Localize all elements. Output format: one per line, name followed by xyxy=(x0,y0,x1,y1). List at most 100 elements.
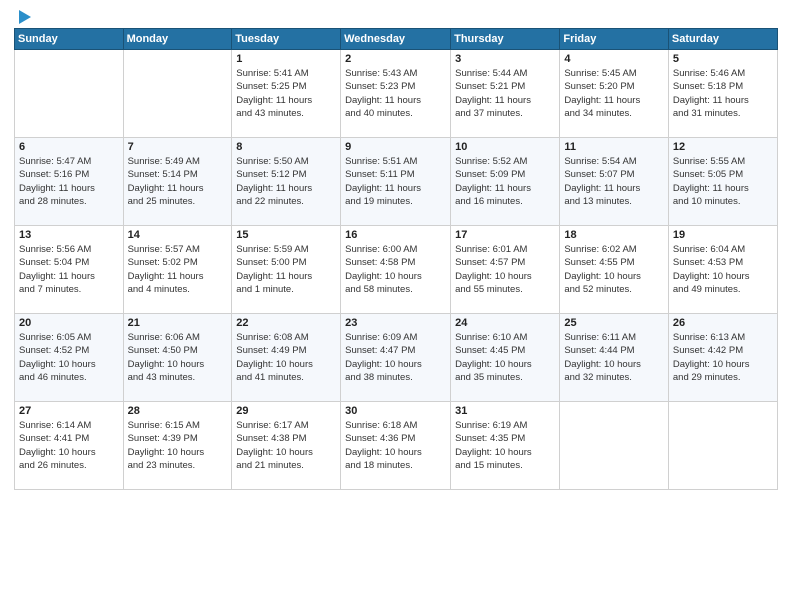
day-info: Sunrise: 5:44 AM Sunset: 5:21 PM Dayligh… xyxy=(455,67,555,120)
col-header-wednesday: Wednesday xyxy=(341,29,451,50)
day-cell xyxy=(123,50,232,138)
day-number: 20 xyxy=(19,317,119,329)
day-info: Sunrise: 6:11 AM Sunset: 4:44 PM Dayligh… xyxy=(564,331,664,384)
day-cell: 26 Sunrise: 6:13 AM Sunset: 4:42 PM Dayli… xyxy=(668,314,777,402)
day-cell: 29 Sunrise: 6:17 AM Sunset: 4:38 PM Dayli… xyxy=(232,402,341,490)
day-number: 21 xyxy=(128,317,228,329)
day-number: 28 xyxy=(128,405,228,417)
day-cell: 16Sunrise: 6:00 AM Sunset: 4:58 PM Dayli… xyxy=(341,226,451,314)
day-info: Sunrise: 6:13 AM Sunset: 4:42 PM Dayligh… xyxy=(673,331,773,384)
page: SundayMondayTuesdayWednesdayThursdayFrid… xyxy=(0,0,792,612)
day-info: Sunrise: 6:02 AM Sunset: 4:55 PM Dayligh… xyxy=(564,243,664,296)
day-number: 30 xyxy=(345,405,446,417)
day-number: 14 xyxy=(128,229,228,241)
day-info: Sunrise: 5:43 AM Sunset: 5:23 PM Dayligh… xyxy=(345,67,446,120)
day-cell xyxy=(15,50,124,138)
day-info: Sunrise: 6:15 AM Sunset: 4:39 PM Dayligh… xyxy=(128,419,228,472)
logo xyxy=(14,10,31,22)
col-header-monday: Monday xyxy=(123,29,232,50)
col-header-saturday: Saturday xyxy=(668,29,777,50)
day-number: 12 xyxy=(673,141,773,153)
day-number: 3 xyxy=(455,53,555,65)
day-info: Sunrise: 5:51 AM Sunset: 5:11 PM Dayligh… xyxy=(345,155,446,208)
day-number: 7 xyxy=(128,141,228,153)
day-info: Sunrise: 5:52 AM Sunset: 5:09 PM Dayligh… xyxy=(455,155,555,208)
day-info: Sunrise: 5:46 AM Sunset: 5:18 PM Dayligh… xyxy=(673,67,773,120)
day-number: 29 xyxy=(236,405,336,417)
day-cell: 18 Sunrise: 6:02 AM Sunset: 4:55 PM Dayli… xyxy=(560,226,669,314)
day-cell: 1 Sunrise: 5:41 AM Sunset: 5:25 PM Daylig… xyxy=(232,50,341,138)
day-info: Sunrise: 6:14 AM Sunset: 4:41 PM Dayligh… xyxy=(19,419,119,472)
day-number: 5 xyxy=(673,53,773,65)
day-number: 10 xyxy=(455,141,555,153)
day-number: 27 xyxy=(19,405,119,417)
col-header-tuesday: Tuesday xyxy=(232,29,341,50)
day-info: Sunrise: 6:04 AM Sunset: 4:53 PM Dayligh… xyxy=(673,243,773,296)
day-number: 2 xyxy=(345,53,446,65)
day-info: Sunrise: 5:59 AM Sunset: 5:00 PM Dayligh… xyxy=(236,243,336,296)
week-row-2: 6 Sunrise: 5:47 AM Sunset: 5:16 PM Daylig… xyxy=(15,138,778,226)
day-cell: 8 Sunrise: 5:50 AM Sunset: 5:12 PM Daylig… xyxy=(232,138,341,226)
day-cell: 28 Sunrise: 6:15 AM Sunset: 4:39 PM Dayli… xyxy=(123,402,232,490)
calendar-table: SundayMondayTuesdayWednesdayThursdayFrid… xyxy=(14,28,778,490)
day-cell: 21 Sunrise: 6:06 AM Sunset: 4:50 PM Dayli… xyxy=(123,314,232,402)
day-number: 1 xyxy=(236,53,336,65)
day-cell: 9 Sunrise: 5:51 AM Sunset: 5:11 PM Daylig… xyxy=(341,138,451,226)
day-cell: 20 Sunrise: 6:05 AM Sunset: 4:52 PM Dayli… xyxy=(15,314,124,402)
day-cell: 2 Sunrise: 5:43 AM Sunset: 5:23 PM Daylig… xyxy=(341,50,451,138)
day-number: 8 xyxy=(236,141,336,153)
calendar-header-row: SundayMondayTuesdayWednesdayThursdayFrid… xyxy=(15,29,778,50)
day-cell: 31Sunrise: 6:19 AM Sunset: 4:35 PM Dayli… xyxy=(451,402,560,490)
day-number: 26 xyxy=(673,317,773,329)
day-cell: 4 Sunrise: 5:45 AM Sunset: 5:20 PM Daylig… xyxy=(560,50,669,138)
day-info: Sunrise: 6:10 AM Sunset: 4:45 PM Dayligh… xyxy=(455,331,555,384)
day-info: Sunrise: 5:41 AM Sunset: 5:25 PM Dayligh… xyxy=(236,67,336,120)
day-info: Sunrise: 5:57 AM Sunset: 5:02 PM Dayligh… xyxy=(128,243,228,296)
day-info: Sunrise: 6:18 AM Sunset: 4:36 PM Dayligh… xyxy=(345,419,446,472)
day-cell: 15 Sunrise: 5:59 AM Sunset: 5:00 PM Dayli… xyxy=(232,226,341,314)
day-number: 22 xyxy=(236,317,336,329)
day-cell: 11 Sunrise: 5:54 AM Sunset: 5:07 PM Dayli… xyxy=(560,138,669,226)
day-cell: 23 Sunrise: 6:09 AM Sunset: 4:47 PM Dayli… xyxy=(341,314,451,402)
day-number: 4 xyxy=(564,53,664,65)
day-cell: 12 Sunrise: 5:55 AM Sunset: 5:05 PM Dayli… xyxy=(668,138,777,226)
day-info: Sunrise: 5:50 AM Sunset: 5:12 PM Dayligh… xyxy=(236,155,336,208)
day-number: 18 xyxy=(564,229,664,241)
day-cell xyxy=(668,402,777,490)
col-header-sunday: Sunday xyxy=(15,29,124,50)
day-cell: 17 Sunrise: 6:01 AM Sunset: 4:57 PM Dayli… xyxy=(451,226,560,314)
header xyxy=(14,10,778,22)
day-info: Sunrise: 5:47 AM Sunset: 5:16 PM Dayligh… xyxy=(19,155,119,208)
day-info: Sunrise: 6:05 AM Sunset: 4:52 PM Dayligh… xyxy=(19,331,119,384)
day-cell: 30 Sunrise: 6:18 AM Sunset: 4:36 PM Dayli… xyxy=(341,402,451,490)
day-number: 23 xyxy=(345,317,446,329)
day-number: 6 xyxy=(19,141,119,153)
day-number: 13 xyxy=(19,229,119,241)
day-info: Sunrise: 6:09 AM Sunset: 4:47 PM Dayligh… xyxy=(345,331,446,384)
day-cell: 22Sunrise: 6:08 AM Sunset: 4:49 PM Dayli… xyxy=(232,314,341,402)
day-info: Sunrise: 5:55 AM Sunset: 5:05 PM Dayligh… xyxy=(673,155,773,208)
day-info: Sunrise: 5:45 AM Sunset: 5:20 PM Dayligh… xyxy=(564,67,664,120)
day-cell: 3 Sunrise: 5:44 AM Sunset: 5:21 PM Daylig… xyxy=(451,50,560,138)
logo-arrow-icon xyxy=(19,10,31,24)
day-info: Sunrise: 6:06 AM Sunset: 4:50 PM Dayligh… xyxy=(128,331,228,384)
day-number: 11 xyxy=(564,141,664,153)
day-info: Sunrise: 6:17 AM Sunset: 4:38 PM Dayligh… xyxy=(236,419,336,472)
day-number: 25 xyxy=(564,317,664,329)
week-row-1: 1 Sunrise: 5:41 AM Sunset: 5:25 PM Daylig… xyxy=(15,50,778,138)
day-info: Sunrise: 5:56 AM Sunset: 5:04 PM Dayligh… xyxy=(19,243,119,296)
day-info: Sunrise: 5:54 AM Sunset: 5:07 PM Dayligh… xyxy=(564,155,664,208)
week-row-3: 13 Sunrise: 5:56 AM Sunset: 5:04 PM Dayli… xyxy=(15,226,778,314)
day-number: 9 xyxy=(345,141,446,153)
day-cell: 19 Sunrise: 6:04 AM Sunset: 4:53 PM Dayli… xyxy=(668,226,777,314)
day-cell: 7 Sunrise: 5:49 AM Sunset: 5:14 PM Daylig… xyxy=(123,138,232,226)
day-number: 19 xyxy=(673,229,773,241)
day-info: Sunrise: 6:01 AM Sunset: 4:57 PM Dayligh… xyxy=(455,243,555,296)
day-number: 15 xyxy=(236,229,336,241)
col-header-friday: Friday xyxy=(560,29,669,50)
day-number: 17 xyxy=(455,229,555,241)
day-cell: 25 Sunrise: 6:11 AM Sunset: 4:44 PM Dayli… xyxy=(560,314,669,402)
day-info: Sunrise: 6:19 AM Sunset: 4:35 PM Dayligh… xyxy=(455,419,555,472)
day-cell: 13 Sunrise: 5:56 AM Sunset: 5:04 PM Dayli… xyxy=(15,226,124,314)
day-info: Sunrise: 5:49 AM Sunset: 5:14 PM Dayligh… xyxy=(128,155,228,208)
